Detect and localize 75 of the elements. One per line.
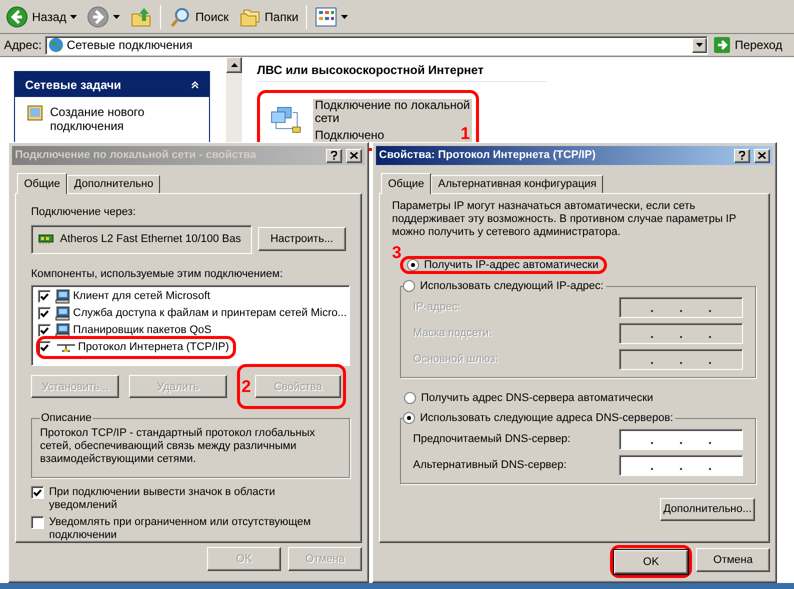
- annotation-number: 3: [392, 244, 402, 261]
- wizard-icon: [27, 105, 43, 121]
- option-label: Получить IP-адрес автоматически: [424, 258, 598, 273]
- checkbox[interactable]: [31, 486, 44, 499]
- option-label: Использовать следующие адреса DNS-серверов:: [420, 411, 674, 426]
- tab[interactable]: Общие: [17, 173, 68, 194]
- caret-icon: [70, 14, 78, 18]
- dns-server-field[interactable]: [619, 429, 743, 450]
- checkbox[interactable]: [38, 341, 51, 354]
- go-button[interactable]: Переход: [712, 36, 782, 54]
- help-icon: [739, 151, 745, 160]
- field-label: Альтернативный DNS-сервер:: [413, 458, 567, 474]
- close-icon: [350, 152, 358, 159]
- checkbox[interactable]: [31, 516, 44, 529]
- field-label: Компоненты, используемые этим подключением:: [31, 266, 284, 282]
- tab[interactable]: Дополнительно: [67, 175, 160, 193]
- connection-label[interactable]: Подключение по локальной сети Подключено 1: [312, 99, 472, 142]
- dns-server-field[interactable]: [619, 455, 743, 476]
- component-item[interactable]: Служба доступа к файлам и принтерам сетей Micro...: [54, 305, 351, 322]
- computer-icon: [54, 306, 70, 321]
- dialog-button[interactable]: OK: [614, 550, 688, 574]
- component-item[interactable]: Клиент для сетей Microsoft: [54, 288, 214, 305]
- network-protocol-icon: [57, 342, 75, 352]
- caret-icon: [113, 14, 120, 18]
- folders-button[interactable]: Папки: [236, 2, 300, 30]
- advanced-button[interactable]: Дополнительно...: [660, 498, 755, 520]
- tab[interactable]: Альтернативная конфигурация: [431, 175, 604, 193]
- field-label: Предпочитаемый DNS-сервер:: [413, 432, 570, 448]
- option-label: При подключении вывести значок в области уведомлений: [49, 486, 276, 512]
- adapter-name: Atheros L2 Fast Ethernet 10/100 Bas: [60, 232, 242, 247]
- intro-text: Параметры IP могут назначаться автоматически, если сеть поддерживает эту возможность. В противном случае параметры IP можно получить у сетевого администратора.: [392, 200, 737, 239]
- radio-button[interactable]: [407, 259, 419, 271]
- help-icon: [331, 151, 337, 160]
- group-title: Описание: [40, 411, 93, 426]
- radio-button[interactable]: [404, 392, 416, 404]
- task-pane-header[interactable]: Сетевые задачи: [15, 72, 209, 97]
- folder-up-icon: [130, 6, 152, 28]
- address-field[interactable]: Сетевые подключения: [44, 36, 708, 54]
- dialog-button[interactable]: Отмена: [696, 548, 770, 572]
- scroll-up-button[interactable]: [226, 57, 242, 73]
- option-label: Получить адрес DNS-сервера автоматически: [421, 390, 654, 406]
- radio-button[interactable]: [403, 412, 415, 424]
- task-link[interactable]: Создание нового подключения: [27, 105, 197, 133]
- views-icon: [315, 6, 338, 26]
- help-button[interactable]: [734, 148, 750, 162]
- option-label: Уведомлять при ограниченном или отсутствующем подключении: [49, 516, 312, 542]
- caret-icon: [696, 43, 703, 47]
- radio-button[interactable]: [403, 280, 415, 292]
- component-item[interactable]: Протокол Интернета (TCP/IP): [36, 336, 236, 359]
- caret-icon: [341, 14, 348, 18]
- field-label: Подключение через:: [31, 205, 137, 220]
- computer-icon: [54, 289, 70, 304]
- section-heading: ЛВС или высокоскоростной Интернет: [257, 61, 547, 82]
- annotation-number: 2: [242, 378, 251, 396]
- globe-icon: [48, 37, 64, 53]
- description-text: Протокол TCP/IP - стандартный протокол глобальных сетей, обеспечивающий связь между различными взаимодействующими сетями.: [40, 426, 316, 466]
- checkbox[interactable]: [38, 324, 51, 337]
- search-icon: [169, 6, 192, 28]
- annotation-number: 1: [460, 125, 470, 142]
- computer-icon: [54, 323, 70, 338]
- window-title: Свойства: Протокол Интернета (TCP/IP): [379, 148, 597, 164]
- close-icon: [758, 152, 766, 159]
- address-label: Адрес:: [4, 37, 42, 54]
- dropdown-button[interactable]: [692, 38, 707, 52]
- component-item[interactable]: Планировщик пакетов QoS: [54, 322, 216, 339]
- option-label: Использовать следующий IP-адрес:: [420, 279, 604, 294]
- up-arrow-icon: [230, 63, 238, 67]
- search-button[interactable]: Поиск: [167, 2, 231, 30]
- network-card-icon: [38, 233, 54, 245]
- close-button[interactable]: [754, 148, 770, 162]
- back-button[interactable]: Назад: [4, 2, 80, 30]
- help-button[interactable]: [326, 148, 342, 162]
- configure-button[interactable]: Настроить...: [258, 227, 346, 251]
- tab[interactable]: Общие: [381, 173, 432, 194]
- close-button[interactable]: [346, 148, 362, 162]
